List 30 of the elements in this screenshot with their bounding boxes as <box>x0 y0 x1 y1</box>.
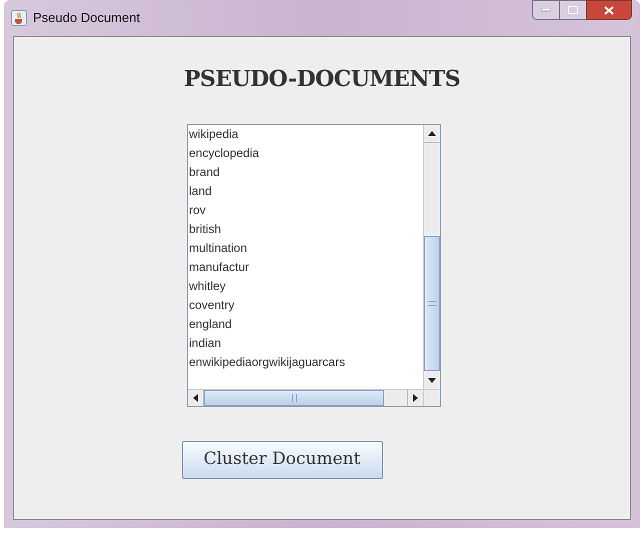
scroll-thumb[interactable] <box>424 236 440 371</box>
scroll-thumb[interactable] <box>204 390 384 406</box>
close-button[interactable] <box>586 0 632 20</box>
window-title: Pseudo Document <box>33 9 140 28</box>
close-icon <box>604 6 614 14</box>
list-item[interactable]: manufactur <box>189 258 423 277</box>
list-item[interactable]: enwikipediaorgwikijaguarcars <box>189 353 423 372</box>
right-arrow-icon <box>413 394 418 402</box>
minimize-button[interactable] <box>532 0 560 20</box>
minimize-icon <box>541 8 551 12</box>
list-item[interactable]: rov <box>189 201 423 220</box>
list-item[interactable]: brand <box>189 163 423 182</box>
list-item[interactable]: multination <box>189 239 423 258</box>
cluster-document-button[interactable]: Cluster Document <box>182 441 382 479</box>
down-arrow-icon <box>428 378 436 382</box>
left-arrow-icon <box>193 394 198 402</box>
vertical-scrollbar[interactable] <box>423 125 440 389</box>
maximize-icon <box>568 6 578 14</box>
maximize-button[interactable] <box>560 0 586 20</box>
list-item[interactable]: indian <box>189 334 423 353</box>
list-item[interactable]: england <box>189 315 423 334</box>
coffee-cup-icon <box>11 10 27 26</box>
list-item[interactable]: wikipedia <box>189 125 423 144</box>
list-item[interactable]: land <box>189 182 423 201</box>
page-heading: PSEUDO-DOCUMENTS <box>184 65 460 94</box>
list-item[interactable]: encyclopedia <box>189 144 423 163</box>
list-item[interactable]: coventry <box>189 296 423 315</box>
list-item[interactable]: british <box>189 220 423 239</box>
up-arrow-icon <box>428 131 436 136</box>
list-item[interactable]: whitley <box>189 277 423 296</box>
